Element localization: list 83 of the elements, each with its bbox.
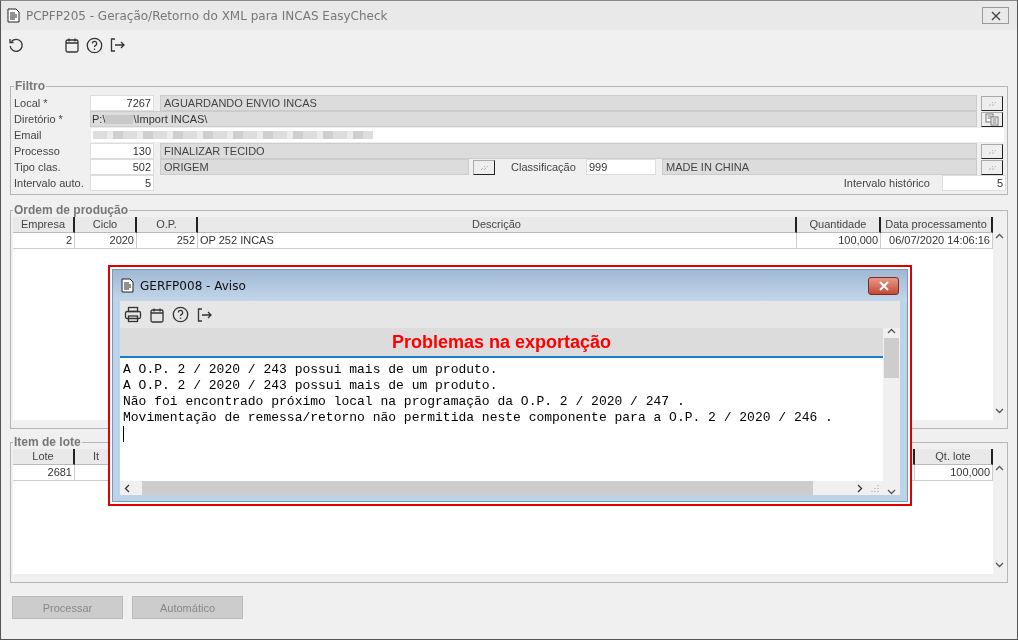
- message-line: A O.P. 2 / 2020 / 243 possui mais de um produto.: [123, 362, 499, 378]
- path-text: P:\: [92, 113, 106, 125]
- description-field: FINALIZAR TECIDO: [160, 143, 977, 159]
- chevron-down-icon[interactable]: [887, 489, 896, 495]
- field-label: Classificação: [511, 161, 577, 173]
- table-cell: 100,000: [797, 233, 881, 249]
- field-label: Intervalo histórico: [843, 177, 930, 189]
- help-icon[interactable]: [172, 306, 189, 323]
- column-header[interactable]: Data processamento: [881, 217, 993, 233]
- scrollbar-thumb[interactable]: [884, 338, 899, 378]
- dots-icon: [987, 147, 997, 155]
- column-header[interactable]: O.P.: [137, 217, 198, 233]
- code-field[interactable]: 7267: [90, 95, 154, 111]
- document-icon: [7, 8, 20, 23]
- description-field: MADE IN CHINA: [662, 159, 977, 175]
- table-cell: 06/07/2020 14:06:16: [881, 233, 993, 249]
- table-cell: OP 252 INCAS: [198, 233, 797, 249]
- document-icon: [121, 278, 134, 293]
- text-cursor: [123, 426, 124, 442]
- dots-icon: [479, 163, 489, 171]
- chevron-up-icon[interactable]: [994, 465, 1004, 471]
- directory-field[interactable]: P:\ \Import INCAS\: [90, 111, 977, 127]
- column-header[interactable]: Quantidade: [797, 217, 881, 233]
- description-field: ORIGEM: [160, 159, 469, 175]
- code-field[interactable]: 999: [586, 159, 656, 175]
- calendar-icon[interactable]: [149, 306, 165, 323]
- email-field[interactable]: [90, 127, 1005, 143]
- message-line: Movimentação de remessa/retorno não permitida neste componente para a O.P. 2 / 2020 / 246 .: [123, 410, 834, 426]
- calendar-icon[interactable]: [64, 37, 80, 53]
- message-heading: Problemas na exportação: [120, 328, 883, 358]
- column-header[interactable]: Descrição: [198, 217, 797, 233]
- chevron-down-icon[interactable]: [994, 408, 1004, 414]
- chevron-down-icon[interactable]: [994, 562, 1004, 568]
- refresh-icon[interactable]: [8, 37, 24, 53]
- code-field[interactable]: 5: [90, 175, 154, 191]
- description-field: AGUARDANDO ENVIO INCAS: [160, 95, 977, 111]
- field-label: Tipo clas.: [14, 161, 62, 173]
- dots-icon: [987, 163, 997, 171]
- lookup-button[interactable]: [981, 143, 1003, 159]
- chevron-up-icon[interactable]: [887, 328, 896, 334]
- print-icon[interactable]: [124, 306, 142, 323]
- lookup-button[interactable]: [981, 95, 1003, 111]
- code-field[interactable]: 502: [90, 159, 154, 175]
- column-header[interactable]: Lote: [13, 449, 75, 465]
- close-icon: [878, 280, 889, 291]
- message-line: A O.P. 2 / 2020 / 243 possui mais de um produto.: [123, 378, 499, 394]
- group-title: Ordem de produção: [13, 203, 130, 217]
- field-label: Intervalo auto.: [14, 177, 85, 189]
- column-header[interactable]: Qt. lote: [915, 449, 993, 465]
- field-label: Diretório *: [14, 113, 64, 125]
- column-header[interactable]: Empresa: [13, 217, 75, 233]
- field-label: Local *: [14, 97, 49, 109]
- window-title: PCPFP205 - Geração/Retorno do XML para INCAS EasyCheck: [26, 8, 389, 23]
- group-title: Filtro: [14, 79, 46, 93]
- vertical-scrollbar[interactable]: [883, 328, 900, 495]
- table-cell: 100,000: [915, 465, 993, 481]
- close-icon: [990, 10, 1001, 21]
- exit-icon[interactable]: [109, 37, 126, 53]
- help-icon[interactable]: [86, 36, 103, 54]
- folder-button[interactable]: [981, 111, 1003, 127]
- field-label: Email: [14, 129, 43, 141]
- copy-icon: [985, 112, 999, 126]
- exit-icon[interactable]: [196, 306, 213, 323]
- field-label: Processo: [14, 145, 61, 157]
- close-button[interactable]: [868, 276, 899, 295]
- table-cell: 2: [13, 233, 75, 249]
- close-button[interactable]: [982, 7, 1009, 24]
- horizontal-scrollbar[interactable]: [120, 481, 883, 495]
- code-field[interactable]: 130: [90, 143, 154, 159]
- table-cell: 2681: [13, 465, 75, 481]
- group-title: Item de lote: [13, 435, 82, 449]
- table-cell: 252: [137, 233, 198, 249]
- chevron-up-icon[interactable]: [994, 233, 1004, 239]
- lookup-button[interactable]: [473, 159, 495, 175]
- code-field[interactable]: 5: [942, 175, 1006, 191]
- path-text: \Import INCAS\: [133, 113, 208, 125]
- table-cell: 2020: [75, 233, 137, 249]
- dialog-title: GERFP008 - Aviso: [140, 278, 247, 293]
- lookup-button[interactable]: [981, 159, 1003, 175]
- column-header[interactable]: Ciclo: [75, 217, 137, 233]
- message-line: Não foi encontrado próximo local na programação da O.P. 2 / 2020 / 247 .: [123, 394, 686, 410]
- table-row[interactable]: 2 2020 252 OP 252 INCAS 100,000 06/07/2020 14:06:16: [13, 233, 993, 249]
- dots-icon: [987, 99, 997, 107]
